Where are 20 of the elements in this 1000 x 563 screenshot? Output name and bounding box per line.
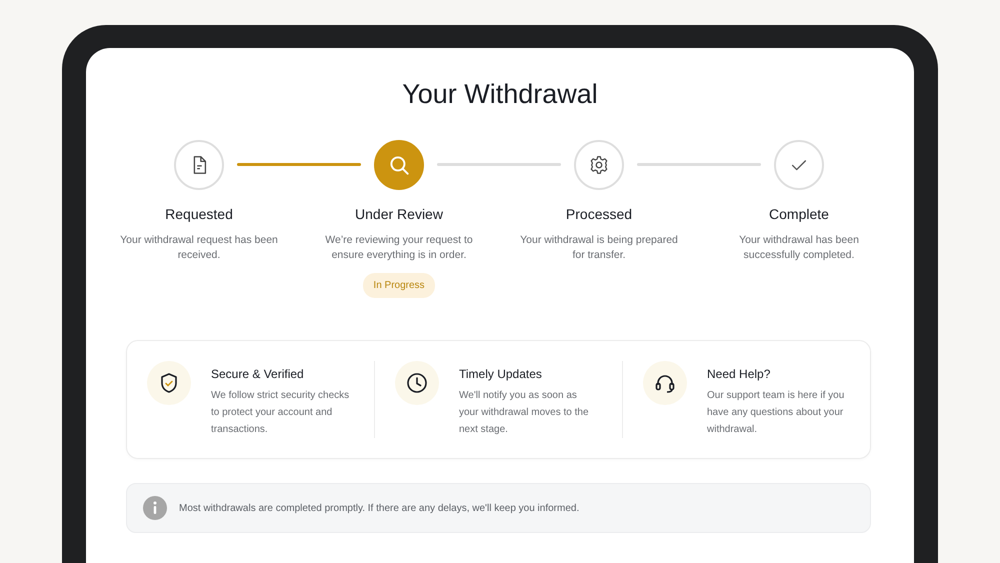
step-description: Your withdrawal request has been received. — [119, 233, 279, 264]
feature-text: We follow strict security checks to protect your account and transactions. — [211, 389, 350, 438]
clock-icon — [405, 371, 429, 396]
step-title: Requested — [165, 205, 233, 224]
info-icon — [143, 496, 167, 520]
step-title: Complete — [769, 205, 829, 224]
page-title: Your Withdrawal — [401, 78, 599, 110]
feature-text: We'll notify you as soon as your withdrawal moves to the next stage. — [459, 389, 590, 438]
step-description: Your withdrawal is being prepared for transfer. — [519, 233, 679, 264]
feature-title: Need Help? — [707, 366, 772, 384]
step-description: Your withdrawal has been successfully completed. — [738, 233, 860, 264]
step-title: Processed — [566, 205, 632, 224]
step-title: Under Review — [355, 205, 443, 224]
step-description: We’re reviewing your request to ensure everything is in order. — [324, 233, 474, 264]
feature-title: Timely Updates — [459, 366, 543, 384]
feature-text: Our support team is here if you have any questions about your withdrawal. — [707, 389, 846, 438]
status-badge: In Progress — [363, 273, 435, 298]
gear-icon — [588, 154, 610, 176]
notice-text: Most withdrawals are completed promptly. If there are any delays, we'll keep you informed. — [179, 502, 580, 516]
feature-title: Secure & Verified — [211, 366, 305, 384]
